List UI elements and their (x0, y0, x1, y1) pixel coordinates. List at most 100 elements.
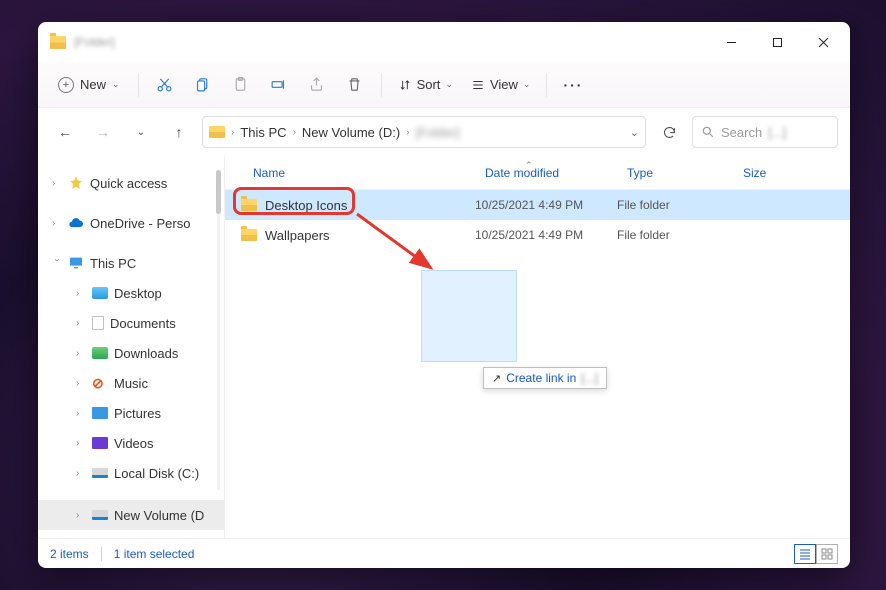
chevron-right-icon: › (231, 127, 234, 138)
disk-icon (92, 510, 108, 520)
sidebar-item-label: New Volume (D (114, 508, 204, 523)
back-button[interactable]: ← (50, 117, 80, 147)
sidebar-item-onedrive[interactable]: › OneDrive - Perso (38, 208, 224, 238)
sidebar-item-label: Videos (114, 436, 154, 451)
table-row[interactable]: Wallpapers 10/25/2021 4:49 PM File folde… (225, 220, 850, 250)
scrollbar-thumb[interactable] (216, 170, 221, 214)
column-size[interactable]: Size (743, 166, 850, 180)
new-button[interactable]: + New ⌄ (48, 73, 130, 97)
sidebar-item-label: Local Disk (C:) (114, 466, 199, 481)
content-pane: Name ⌃ Date modified Type Size Desktop I… (224, 156, 850, 538)
separator (381, 73, 382, 97)
rename-button[interactable] (261, 69, 297, 101)
up-button[interactable]: ↑ (164, 117, 194, 147)
sidebar-item-label: Downloads (114, 346, 178, 361)
breadcrumb-item[interactable]: This PC (240, 125, 286, 140)
shortcut-arrow-icon: ↗ (492, 372, 501, 385)
delete-button[interactable] (337, 69, 373, 101)
explorer-window: [Folder] + New ⌄ Sort ⌄ View ⌄ (38, 22, 850, 568)
sidebar-item-label: Pictures (114, 406, 161, 421)
titlebar: [Folder] (38, 22, 850, 62)
toolbar: + New ⌄ Sort ⌄ View ⌄ ··· (38, 62, 850, 108)
search-icon (701, 125, 715, 139)
separator (138, 73, 139, 97)
separator (546, 73, 547, 97)
chevron-down-icon: ⌄ (112, 79, 120, 90)
file-type: File folder (617, 228, 733, 242)
document-icon (92, 316, 104, 330)
column-date[interactable]: Date modified (485, 166, 627, 180)
sidebar-item-music[interactable]: › ⊘ Music (38, 368, 224, 398)
sort-label: Sort (417, 77, 441, 92)
videos-icon (92, 437, 108, 449)
window-controls (708, 22, 846, 62)
navbar: ← → ⌄ ↑ › This PC › New Volume (D:) › [F… (38, 108, 850, 156)
status-bar: 2 items 1 item selected (38, 538, 850, 568)
view-button[interactable]: View ⌄ (463, 73, 539, 96)
sidebar-item-this-pc[interactable]: › This PC (38, 248, 224, 278)
column-type[interactable]: Type (627, 166, 743, 180)
breadcrumb-item[interactable]: New Volume (D:) (302, 125, 400, 140)
drag-tip-target: [...] (581, 371, 598, 385)
refresh-button[interactable] (654, 117, 684, 147)
new-label: New (80, 77, 106, 92)
file-type: File folder (617, 198, 733, 212)
drag-tip-label: Create link in (506, 371, 576, 385)
view-label: View (490, 77, 518, 92)
file-date: 10/25/2021 4:49 PM (475, 228, 617, 242)
breadcrumb[interactable]: › This PC › New Volume (D:) › [Folder] ⌄ (202, 116, 646, 148)
downloads-icon (92, 347, 108, 359)
paste-button[interactable] (223, 69, 259, 101)
sidebar-item-label: Music (114, 376, 148, 391)
chevron-right-icon: › (52, 218, 62, 229)
chevron-down-icon[interactable]: ⌄ (630, 126, 639, 139)
cut-button[interactable] (147, 69, 183, 101)
sidebar-item-documents[interactable]: › Documents (38, 308, 224, 338)
music-icon: ⊘ (92, 375, 108, 391)
status-selected-count: 1 item selected (114, 547, 195, 561)
sidebar-item-videos[interactable]: › Videos (38, 428, 224, 458)
sidebar-item-pictures[interactable]: › Pictures (38, 398, 224, 428)
copy-button[interactable] (185, 69, 221, 101)
sidebar-item-quick-access[interactable]: › Quick access (38, 168, 224, 198)
table-row[interactable]: Desktop Icons 10/25/2021 4:49 PM File fo… (225, 190, 850, 220)
thumbnails-view-button[interactable] (816, 544, 838, 564)
sidebar-item-local-disk-c[interactable]: › Local Disk (C:) (38, 458, 224, 488)
pictures-icon (92, 407, 108, 419)
search-input[interactable]: Search[...] (692, 116, 838, 148)
sidebar-item-new-volume-d[interactable]: › New Volume (D (38, 500, 224, 530)
monitor-icon (68, 255, 84, 271)
maximize-button[interactable] (754, 22, 800, 62)
chevron-right-icon: › (406, 127, 409, 138)
minimize-button[interactable] (708, 22, 754, 62)
chevron-right-icon: › (76, 288, 86, 299)
history-dropdown[interactable]: ⌄ (126, 117, 156, 147)
breadcrumb-item[interactable]: [Folder] (416, 125, 460, 140)
folder-icon (92, 287, 108, 299)
folder-icon (241, 229, 257, 241)
share-button[interactable] (299, 69, 335, 101)
file-list: Desktop Icons 10/25/2021 4:49 PM File fo… (225, 190, 850, 538)
star-icon (68, 175, 84, 191)
folder-icon (50, 36, 66, 49)
column-name[interactable]: Name (225, 166, 485, 180)
sidebar-item-label: Quick access (90, 176, 167, 191)
search-placeholder: Search (721, 125, 762, 140)
sidebar-item-label: Documents (110, 316, 176, 331)
file-name: Desktop Icons (265, 198, 475, 213)
folder-icon (209, 126, 225, 138)
sidebar-item-desktop[interactable]: › Desktop (38, 278, 224, 308)
chevron-right-icon: › (76, 510, 86, 521)
close-button[interactable] (800, 22, 846, 62)
scrollbar-track (217, 170, 220, 490)
sidebar-item-label: Desktop (114, 286, 162, 301)
file-date: 10/25/2021 4:49 PM (475, 198, 617, 212)
chevron-down-icon: ⌄ (445, 79, 453, 90)
sort-button[interactable]: Sort ⌄ (390, 73, 461, 96)
column-headers: Name ⌃ Date modified Type Size (225, 156, 850, 190)
details-view-button[interactable] (794, 544, 816, 564)
sidebar: › Quick access › OneDrive - Perso › This… (38, 156, 224, 538)
sidebar-item-downloads[interactable]: › Downloads (38, 338, 224, 368)
more-button[interactable]: ··· (555, 77, 591, 93)
forward-button[interactable]: → (88, 117, 118, 147)
